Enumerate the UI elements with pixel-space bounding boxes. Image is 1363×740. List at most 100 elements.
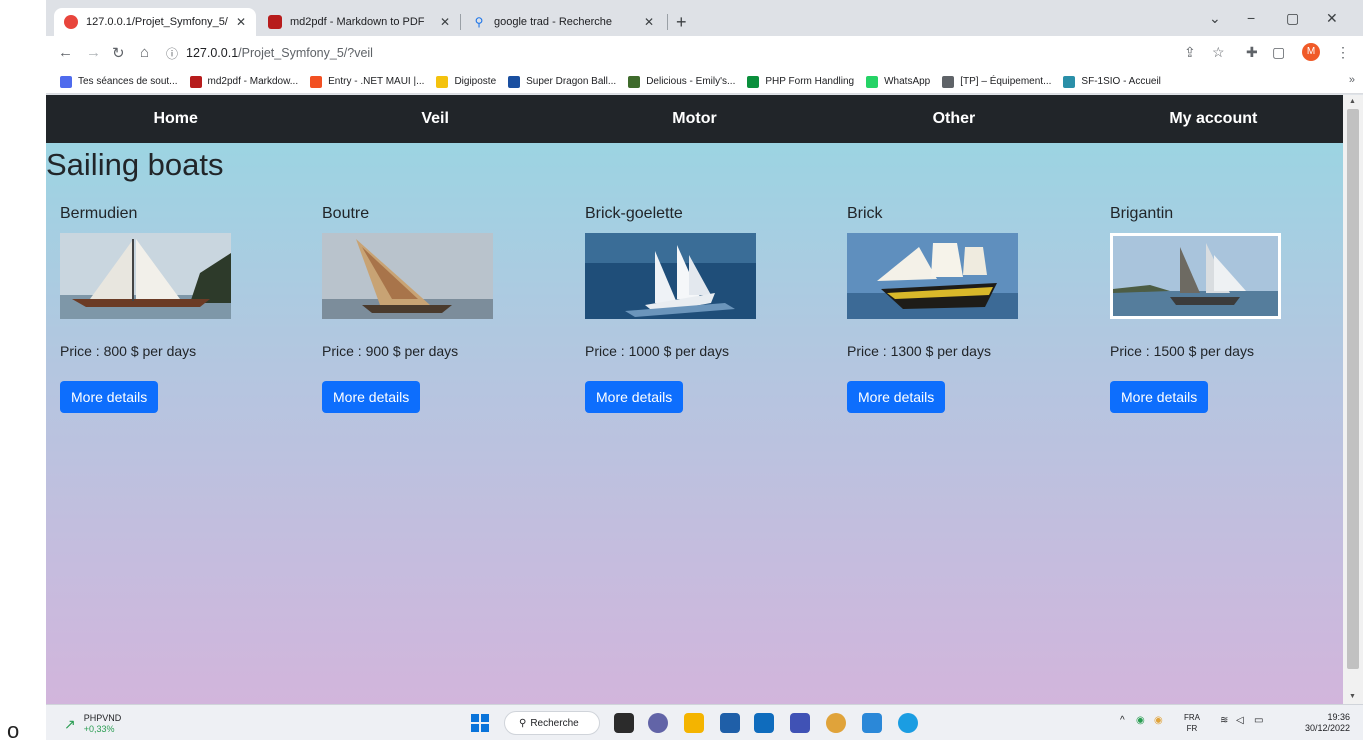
side-panel-icon[interactable]: ▢ <box>1272 44 1285 61</box>
bookmark-label: md2pdf - Markdow... <box>207 76 299 87</box>
home-button[interactable]: ⌂ <box>140 44 149 61</box>
stock-name: PHPVND <box>83 713 122 723</box>
extensions-icon[interactable]: ✚ <box>1246 44 1258 61</box>
nav-other[interactable]: Other <box>824 95 1083 143</box>
tab-veil[interactable]: 127.0.0.1/Projet_Symfony_5/?veil ✕ <box>54 8 256 36</box>
boat-price: Price : 1500 $ per days <box>1110 343 1254 359</box>
nav-veil[interactable]: Veil <box>305 95 564 143</box>
bookmark-item[interactable]: [TP] – Équipement... <box>942 75 1051 88</box>
tray-overflow-icon[interactable]: ^ <box>1120 715 1125 726</box>
boat-card: Brick-goelette Price : 1000 $ per days M… <box>585 205 825 413</box>
bookmark-item[interactable]: PHP Form Handling <box>747 75 854 88</box>
system-clock[interactable]: 19:36 30/12/2022 <box>1286 712 1350 734</box>
nav-home[interactable]: Home <box>46 95 305 143</box>
gutter-text: o <box>7 718 20 740</box>
boat-photo <box>60 233 231 319</box>
store-icon[interactable] <box>720 713 740 733</box>
address-bar[interactable]: ⓘ 127.0.0.1 /Projet_Symfony_5/?veil <box>166 42 1206 64</box>
bookmark-star-icon[interactable]: ☆ <box>1212 44 1225 61</box>
battery-icon[interactable]: ▭ <box>1254 715 1263 726</box>
more-details-button[interactable]: More details <box>585 381 684 413</box>
clock-date: 30/12/2022 <box>1304 723 1350 733</box>
stock-widget[interactable]: ↗ PHPVND +0,33% <box>64 713 121 735</box>
browser-toolbar: ← → ↻ ⌂ ⓘ 127.0.0.1 /Projet_Symfony_5/?v… <box>46 36 1363 70</box>
volume-icon[interactable]: ◁ <box>1236 715 1244 726</box>
bookmark-item[interactable]: Delicious - Emily's... <box>628 75 736 88</box>
bookmark-label: WhatsApp <box>884 76 931 87</box>
boat-name: Bermudien <box>60 205 138 222</box>
bookmarks-more-icon[interactable]: » <box>1349 74 1355 86</box>
md2pdf-favicon-icon <box>268 15 282 29</box>
bookmark-item[interactable]: Digiposte <box>436 75 496 88</box>
page-scrollbar[interactable]: ▲ ▼ <box>1343 95 1363 704</box>
close-tab-icon[interactable]: ✕ <box>644 15 654 29</box>
share-icon[interactable]: ⇪ <box>1184 44 1196 61</box>
more-details-button[interactable]: More details <box>1110 381 1209 413</box>
close-tab-icon[interactable]: ✕ <box>236 15 246 29</box>
bookmark-item[interactable]: md2pdf - Markdow... <box>189 75 299 88</box>
language-indicator[interactable]: FRA FR <box>1184 712 1200 734</box>
bookmark-item[interactable]: Entry - .NET MAUI |... <box>310 75 424 88</box>
edge-icon[interactable] <box>898 713 918 733</box>
browser-menu-icon[interactable]: ⋮ <box>1336 44 1350 61</box>
more-details-button[interactable]: More details <box>322 381 421 413</box>
tray-app-icon[interactable]: ◉ <box>1136 715 1145 726</box>
maximize-button[interactable]: ▢ <box>1286 10 1299 27</box>
vscode-icon[interactable] <box>862 713 882 733</box>
tab-divider <box>460 14 461 30</box>
clock-time: 19:36 <box>1327 712 1350 722</box>
close-window-button[interactable]: ✕ <box>1326 10 1338 27</box>
page-content: Home Veil Motor Other My account Sailing… <box>46 95 1343 704</box>
tray-notify-icon[interactable]: ◉ <box>1154 715 1163 726</box>
scrollbar-thumb[interactable] <box>1347 109 1359 669</box>
bookmark-item[interactable]: Tes séances de sout... <box>60 75 178 88</box>
file-explorer-icon[interactable] <box>684 713 704 733</box>
wifi-icon[interactable]: ≋ <box>1220 715 1228 726</box>
app-icon[interactable] <box>790 713 810 733</box>
tab-md2pdf[interactable]: md2pdf - Markdown to PDF ✕ <box>258 8 460 36</box>
taskbar-search[interactable]: ⚲ Recherche <box>504 711 600 735</box>
boat-price: Price : 1000 $ per days <box>585 343 729 359</box>
bookmarks-bar: Tes séances de sout... md2pdf - Markdow..… <box>46 70 1363 94</box>
page-title: Sailing boats <box>46 147 224 182</box>
chrome-icon[interactable] <box>826 713 846 733</box>
boat-photo <box>847 233 1018 319</box>
minimize-button[interactable]: − <box>1247 10 1255 26</box>
tab-google-trad[interactable]: ⚲ google trad - Recherche ✕ <box>462 8 664 36</box>
boat-photo <box>585 233 756 319</box>
more-details-button[interactable]: More details <box>60 381 159 413</box>
stock-change: +0,33% <box>83 724 115 734</box>
forward-button[interactable]: → <box>86 44 101 61</box>
tab-divider <box>667 14 668 30</box>
profile-avatar[interactable]: M <box>1302 43 1320 61</box>
address-path: /Projet_Symfony_5/?veil <box>238 46 373 60</box>
nav-motor[interactable]: Motor <box>565 95 824 143</box>
reload-button[interactable]: ↻ <box>112 44 125 62</box>
bookmark-favicon-icon <box>628 75 641 88</box>
more-details-button[interactable]: More details <box>847 381 946 413</box>
boat-price: Price : 900 $ per days <box>322 343 459 359</box>
scroll-down-arrow-icon[interactable]: ▼ <box>1349 693 1356 700</box>
boat-photo <box>1110 233 1281 319</box>
bookmark-favicon-icon <box>942 75 955 88</box>
bookmark-item[interactable]: WhatsApp <box>866 75 931 88</box>
browser-window: 127.0.0.1/Projet_Symfony_5/?veil ✕ md2pd… <box>46 0 1363 704</box>
bookmark-item[interactable]: SF-1SIO - Accueil <box>1063 75 1161 88</box>
boat-card: Bermudien Price : 800 $ per days More de… <box>60 205 300 413</box>
language-code: FRA <box>1184 713 1200 722</box>
tab-label: google trad - Recherche <box>494 16 613 28</box>
bookmark-item[interactable]: Super Dragon Ball... <box>508 75 616 88</box>
windows-start-icon[interactable] <box>470 713 490 733</box>
new-tab-button[interactable]: + <box>676 12 687 33</box>
tab-search-icon[interactable]: ⌄ <box>1209 10 1221 27</box>
back-button[interactable]: ← <box>58 44 73 61</box>
bookmark-label: Delicious - Emily's... <box>646 76 736 87</box>
teams-chat-icon[interactable] <box>648 713 668 733</box>
nav-my-account[interactable]: My account <box>1084 95 1343 143</box>
boat-photo <box>322 233 493 319</box>
site-info-icon[interactable]: ⓘ <box>166 45 178 62</box>
mail-icon[interactable] <box>754 713 774 733</box>
close-tab-icon[interactable]: ✕ <box>440 15 450 29</box>
scroll-up-arrow-icon[interactable]: ▲ <box>1349 98 1356 105</box>
task-view-icon[interactable] <box>614 713 634 733</box>
